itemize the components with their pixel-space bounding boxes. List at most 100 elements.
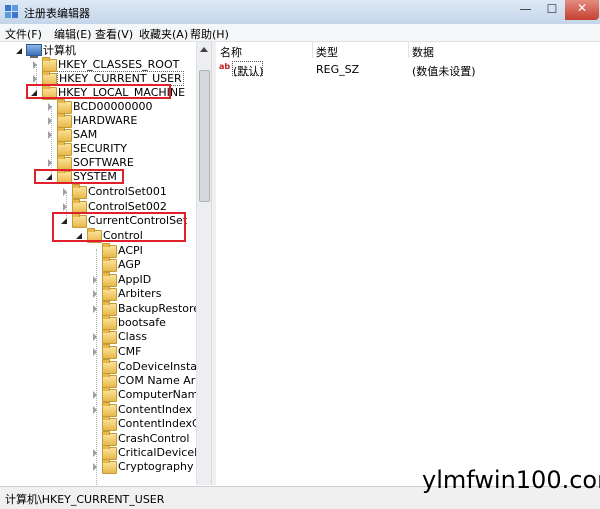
folder-icon — [102, 344, 117, 359]
registry-tree[interactable]: 计算机 HKEY_CLASSES_ROOT HKEY_CURRENT_USER … — [0, 42, 196, 485]
tree-node-label: SECURITY — [73, 142, 127, 155]
column-divider[interactable] — [312, 42, 313, 58]
expand-arrow-icon[interactable] — [48, 103, 52, 111]
menu-view[interactable]: 查看(V) — [95, 26, 133, 42]
expand-arrow-icon[interactable] — [93, 305, 97, 313]
tree-node-label: ComputerName — [118, 388, 196, 401]
tree-node-cmf[interactable]: CMF — [0, 344, 196, 359]
tree-node-contentindexcommon[interactable]: ContentIndexCom — [0, 416, 196, 431]
expand-arrow-icon[interactable] — [48, 131, 52, 139]
tree-node-label: CrashControl — [118, 432, 190, 445]
tree-node-agp[interactable]: AGP — [0, 257, 196, 272]
tree-node-label: ACPI — [118, 244, 143, 257]
tree-node-label: Class — [118, 330, 147, 343]
tree-node-label: ContentIndexCom — [118, 417, 196, 430]
tree-node-crashcontrol[interactable]: CrashControl — [0, 431, 196, 446]
minimize-button[interactable]: — — [512, 0, 539, 20]
expand-arrow-icon[interactable] — [93, 449, 97, 457]
tree-node-com-name-arbiter[interactable]: COM Name Arbite — [0, 373, 196, 388]
minimize-icon: — — [519, 2, 532, 16]
computer-icon — [26, 44, 42, 58]
tree-node-label: HKEY_CLASSES_ROOT — [58, 58, 180, 71]
expand-arrow-icon[interactable] — [93, 290, 97, 298]
column-header-type[interactable]: 类型 — [316, 44, 338, 60]
tree-node-label: SOFTWARE — [73, 156, 134, 169]
tree-node-label: ControlSet001 — [88, 185, 167, 198]
close-button[interactable]: ✕ — [565, 0, 599, 20]
tree-node-label: CMF — [118, 345, 142, 358]
menu-file[interactable]: 文件(F) — [5, 26, 42, 42]
tree-node-hardware[interactable]: HARDWARE — [0, 113, 196, 128]
tree-node-label: ContentIndex — [118, 403, 193, 416]
highlight-box-system — [34, 169, 124, 184]
folder-icon — [72, 184, 87, 199]
expand-arrow-icon[interactable] — [33, 75, 37, 83]
tree-node-label: HARDWARE — [73, 114, 138, 127]
value-type: REG_SZ — [316, 63, 360, 76]
tree-node-security[interactable]: SECURITY — [0, 141, 196, 156]
expand-arrow-icon[interactable] — [33, 61, 37, 69]
column-header-name[interactable]: 名称 — [220, 44, 242, 60]
expand-arrow-icon[interactable] — [48, 159, 52, 167]
status-path: 计算机\HKEY_CURRENT_USER — [5, 493, 165, 506]
window-title: 注册表编辑器 — [24, 7, 90, 20]
expand-arrow-icon[interactable] — [93, 276, 97, 284]
scrollbar-thumb[interactable] — [199, 70, 210, 202]
maximize-button[interactable]: ☐ — [539, 0, 565, 20]
tree-vertical-scrollbar[interactable] — [196, 42, 211, 485]
tree-node-label: bootsafe — [118, 316, 166, 329]
watermark: ylmfwin100.com — [422, 466, 600, 494]
tree-node-codeviceinstallers[interactable]: CoDeviceInstallers — [0, 359, 196, 374]
menu-edit[interactable]: 编辑(E) — [54, 26, 92, 42]
folder-icon — [102, 257, 117, 272]
scroll-up-arrow-icon[interactable] — [200, 47, 208, 52]
tree-node-label: AGP — [118, 258, 141, 271]
title-bar[interactable]: 注册表编辑器 — ☐ ✕ — [0, 0, 600, 25]
expand-arrow-icon[interactable] — [93, 348, 97, 356]
folder-icon — [102, 387, 117, 402]
tree-node-class[interactable]: Class — [0, 329, 196, 344]
expand-arrow-icon[interactable] — [93, 391, 97, 399]
menu-bar: 文件(F) 编辑(E) 查看(V) 收藏夹(A) 帮助(H) — [0, 24, 600, 42]
tree-node-label: CoDeviceInstallers — [118, 360, 196, 373]
tree-node-software[interactable]: SOFTWARE — [0, 155, 196, 170]
tree-node-appid[interactable]: AppID — [0, 272, 196, 287]
tree-node-backuprestore[interactable]: BackupRestore — [0, 301, 196, 316]
tree-node-label: Cryptography — [118, 460, 194, 473]
tree-node-label: BCD00000000 — [73, 100, 153, 113]
maximize-icon: ☐ — [546, 2, 558, 16]
expand-arrow-icon[interactable] — [93, 406, 97, 414]
expand-arrow-icon[interactable] — [93, 463, 97, 471]
tree-node-acpi[interactable]: ACPI — [0, 243, 196, 258]
tree-node-criticaldevicedata[interactable]: CriticalDeviceData — [0, 445, 196, 460]
tree-node-label: Arbiters — [118, 287, 162, 300]
tree-node-computer[interactable]: 计算机 — [0, 44, 196, 58]
close-icon: ✕ — [576, 1, 588, 15]
tree-node-arbiters[interactable]: Arbiters — [0, 286, 196, 301]
tree-node-contentindex[interactable]: ContentIndex — [0, 402, 196, 417]
expand-arrow-icon[interactable] — [48, 117, 52, 125]
expand-arrow-icon[interactable] — [93, 333, 97, 341]
expand-arrow-icon[interactable] — [63, 188, 67, 196]
value-name: (默认) — [233, 65, 264, 78]
tree-node-computername[interactable]: ComputerName — [0, 387, 196, 402]
collapse-arrow-icon[interactable] — [16, 48, 22, 54]
expand-arrow-icon[interactable] — [63, 203, 67, 211]
tree-node-hkcr[interactable]: HKEY_CLASSES_ROOT — [0, 57, 196, 72]
tree-node-label: SAM — [73, 128, 98, 141]
tree-node-controlset001[interactable]: ControlSet001 — [0, 184, 196, 199]
value-data: (数值未设置) — [412, 65, 476, 78]
values-list[interactable]: 名称 类型 数据 ab (默认) REG_SZ (数值未设置) — [216, 42, 600, 485]
tree-node-label: BackupRestore — [118, 302, 196, 315]
tree-node-cryptography[interactable]: Cryptography — [0, 459, 196, 474]
tree-node-sam[interactable]: SAM — [0, 127, 196, 142]
menu-favorites[interactable]: 收藏夹(A) — [139, 26, 188, 42]
folder-icon — [102, 286, 117, 301]
folder-icon — [102, 416, 117, 431]
tree-node-label: CriticalDeviceData — [118, 446, 196, 459]
menu-help[interactable]: 帮助(H) — [190, 26, 229, 42]
tree-node-bootsafe[interactable]: bootsafe — [0, 315, 196, 330]
tree-node-bcd[interactable]: BCD00000000 — [0, 99, 196, 114]
column-header-data[interactable]: 数据 — [412, 44, 434, 60]
column-divider[interactable] — [408, 42, 409, 58]
